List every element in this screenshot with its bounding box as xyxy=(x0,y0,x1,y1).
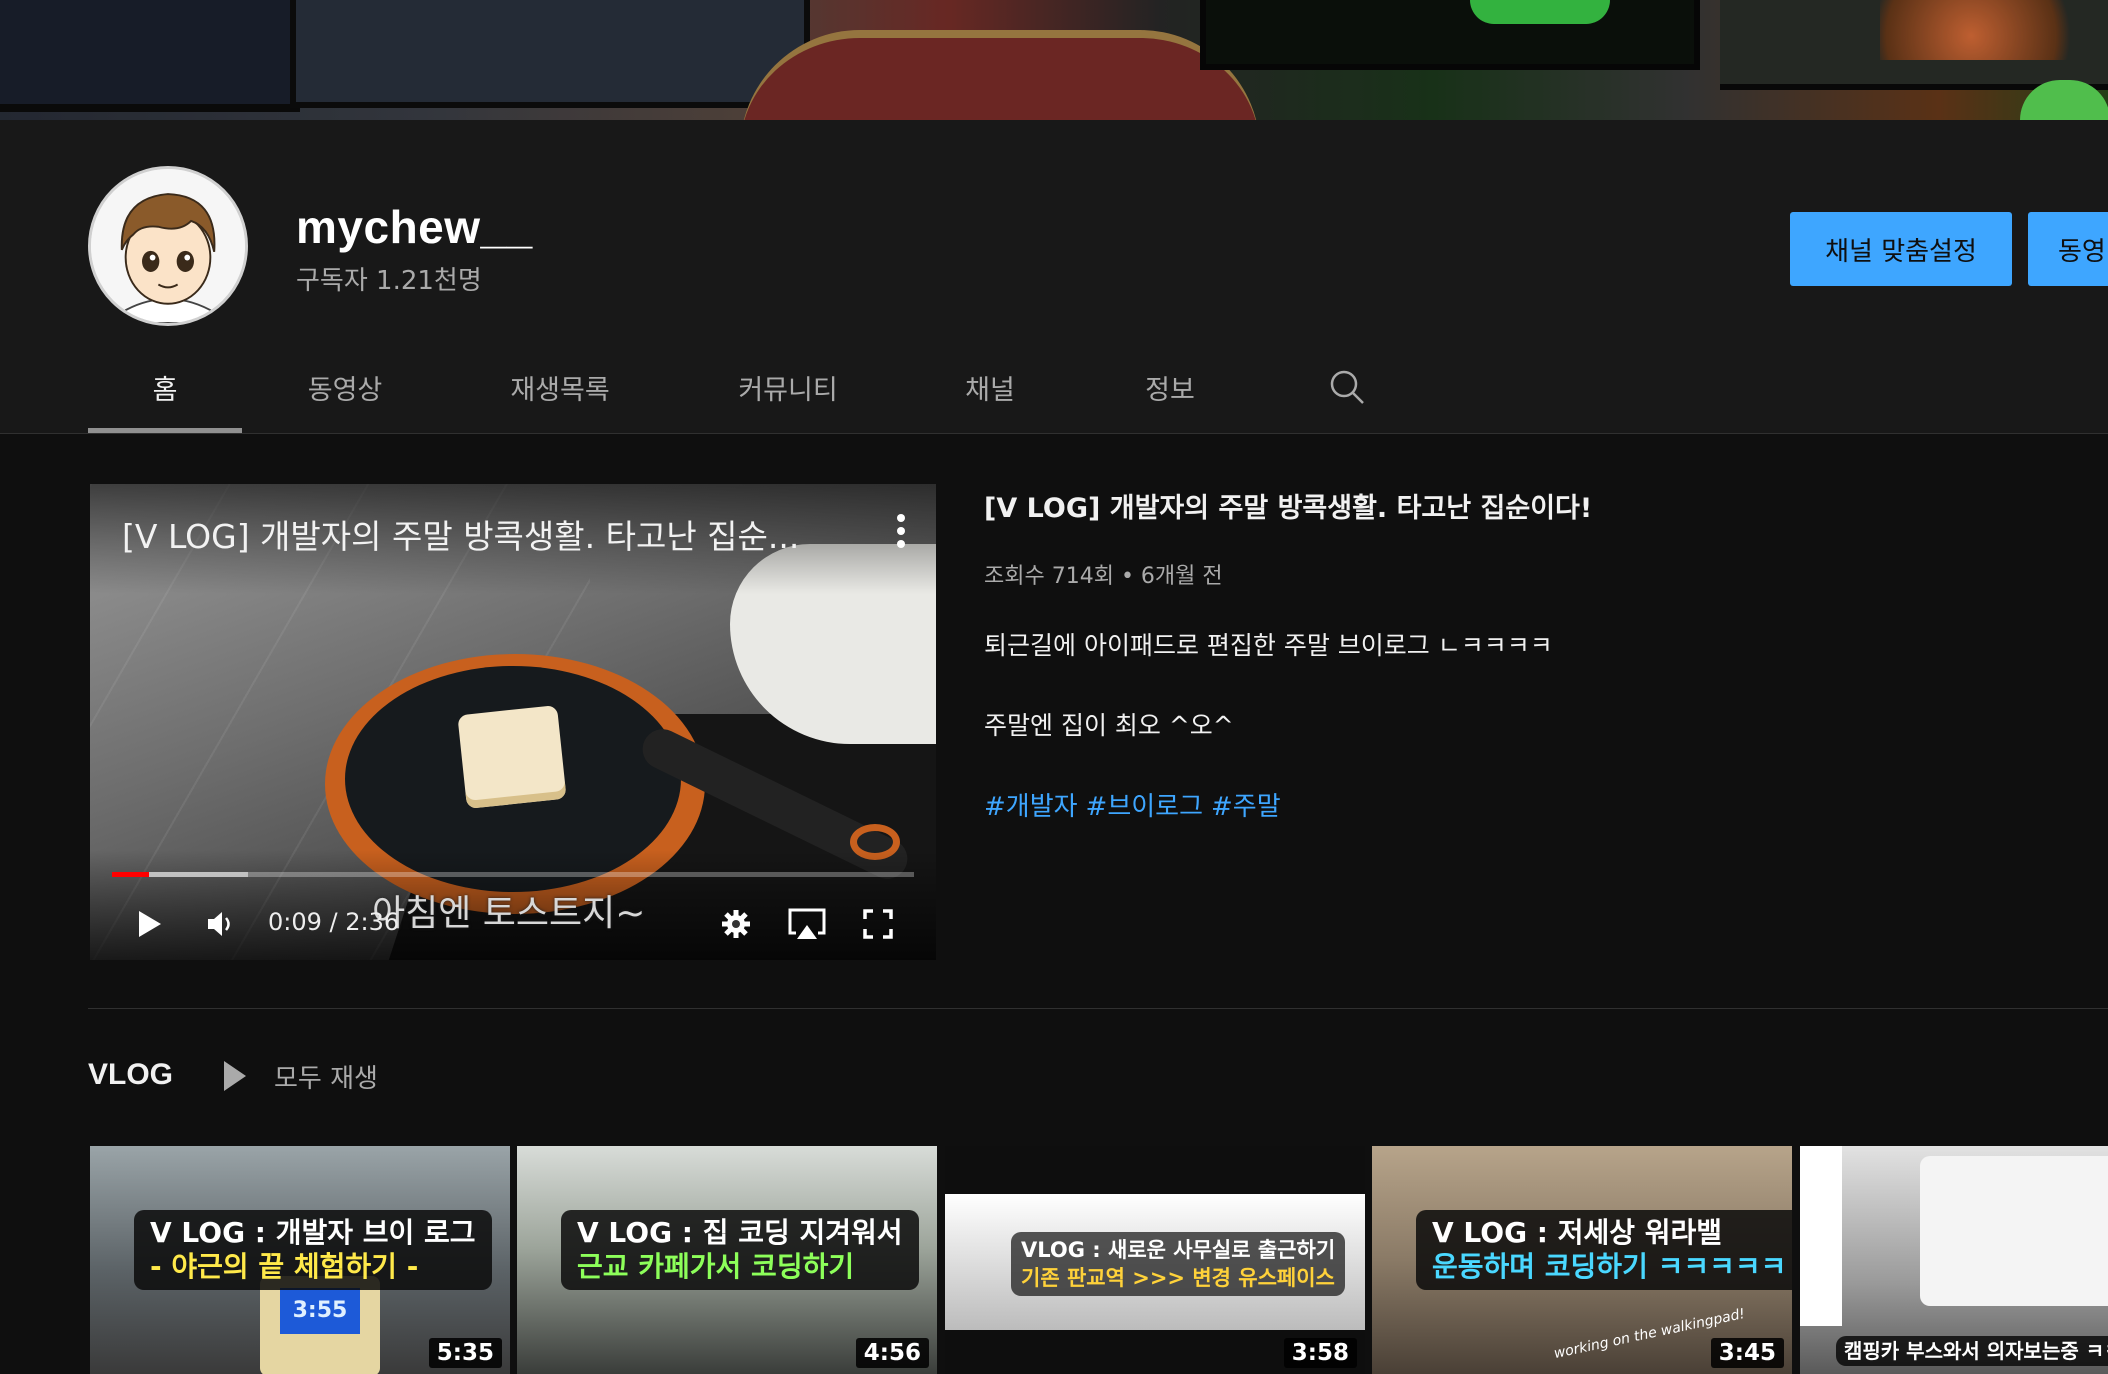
video-duration: 3:58 xyxy=(1283,1338,1357,1368)
video-thumbnail[interactable]: 3:55 V LOG : 개발자 브이 로그 - 야근의 끝 체험하기 - 5:… xyxy=(90,1146,510,1374)
search-icon[interactable] xyxy=(1320,340,1374,434)
playback-time: 0:09 / 2:36 xyxy=(268,908,400,936)
thumbnail-caption: 캠핑카 부스와서 의자보는중 ㅋㅋ xyxy=(1836,1336,2108,1366)
tab-about[interactable]: 정보 xyxy=(1120,340,1220,434)
video-thumbnail[interactable]: 캠핑카 부스와서 의자보는중 ㅋㅋ xyxy=(1800,1146,2108,1374)
hashtag-link[interactable]: #개발자 xyxy=(984,792,1078,822)
video-thumbnail[interactable]: VLOG : 새로운 사무실로 출근하기 기존 판교역 >>> 변경 유스페이스… xyxy=(945,1146,1365,1374)
video-thumbnail[interactable]: V LOG : 저세상 워라밸 운동하며 코딩하기 ㅋㅋㅋㅋㅋ working … xyxy=(1372,1146,1792,1374)
channel-tabs: 홈 동영상 재생목록 커뮤니티 채널 정보 xyxy=(0,340,2108,434)
thumbnail-caption: V LOG : 개발자 브이 로그 - 야근의 끝 체험하기 - xyxy=(134,1210,492,1290)
hashtag-link[interactable]: #브이로그 xyxy=(1086,792,1203,822)
fullscreen-icon[interactable] xyxy=(856,904,900,944)
customize-channel-button[interactable]: 채널 맞춤설정 xyxy=(1790,212,2012,286)
avatar[interactable] xyxy=(88,166,248,326)
tab-home[interactable]: 홈 xyxy=(88,340,242,434)
section-divider xyxy=(88,1008,2108,1009)
hashtag-link[interactable]: #주말 xyxy=(1211,792,1281,822)
play-all-icon[interactable] xyxy=(222,1059,248,1093)
thumbnail-screen-text: 3:55 xyxy=(280,1288,360,1334)
subscriber-count: 구독자 1.21천명 xyxy=(296,266,482,296)
tab-community[interactable]: 커뮤니티 xyxy=(718,340,858,434)
progress-played xyxy=(112,872,149,877)
channel-banner xyxy=(0,0,2108,120)
video-thumbnail[interactable]: V LOG : 집 코딩 지겨워서 근교 카페가서 코딩하기 4:56 xyxy=(517,1146,937,1374)
video-duration: 5:35 xyxy=(428,1338,502,1368)
featured-video-meta: 조회수 714회 • 6개월 전 xyxy=(984,564,1223,589)
player-title[interactable]: [V LOG] 개발자의 주말 방콕생활. 타고난 집순... xyxy=(122,510,832,558)
featured-video-hashtags: #개발자 #브이로그 #주말 xyxy=(984,786,1289,823)
progress-bar[interactable] xyxy=(112,872,914,877)
featured-video-title[interactable]: [V LOG] 개발자의 주말 방콕생활. 타고난 집순이다! xyxy=(984,486,1592,525)
tab-playlists[interactable]: 재생목록 xyxy=(490,340,630,434)
manage-videos-button[interactable]: 동영 xyxy=(2028,212,2108,286)
volume-icon[interactable] xyxy=(200,904,244,944)
featured-video-player[interactable]: [V LOG] 개발자의 주말 방콕생활. 타고난 집순... 아침엔 토스트지… xyxy=(90,484,936,960)
featured-video-description-2: 주말엔 집이 최오 ^오^ xyxy=(984,711,1234,740)
thumbnail-caption: V LOG : 저세상 워라밸 운동하며 코딩하기 ㅋㅋㅋㅋㅋ xyxy=(1416,1210,1792,1290)
play-icon[interactable] xyxy=(130,904,170,944)
play-all-button[interactable]: 모두 재생 xyxy=(222,1056,378,1096)
settings-icon[interactable] xyxy=(714,904,758,944)
thumbnail-caption: V LOG : 집 코딩 지겨워서 근교 카페가서 코딩하기 xyxy=(561,1210,919,1290)
tab-channels[interactable]: 채널 xyxy=(940,340,1040,434)
airplay-icon[interactable] xyxy=(782,904,832,944)
thumbnail-caption: VLOG : 새로운 사무실로 출근하기 기존 판교역 >>> 변경 유스페이스 xyxy=(1011,1232,1346,1296)
more-vert-icon[interactable] xyxy=(894,514,908,554)
shelf-title[interactable]: VLOG xyxy=(88,1058,173,1092)
video-duration: 3:45 xyxy=(1710,1338,1784,1368)
featured-video-description: 퇴근길에 아이패드로 편집한 주말 브이로그 ㄴㅋㅋㅋㅋ xyxy=(984,631,1553,660)
video-duration: 4:56 xyxy=(855,1338,929,1368)
tab-videos[interactable]: 동영상 xyxy=(280,340,410,434)
channel-name: mychew__ xyxy=(296,201,533,253)
play-all-label[interactable]: 모두 재생 xyxy=(274,1058,378,1095)
video-subtitle: 아침엔 토스트지~ xyxy=(372,893,646,934)
